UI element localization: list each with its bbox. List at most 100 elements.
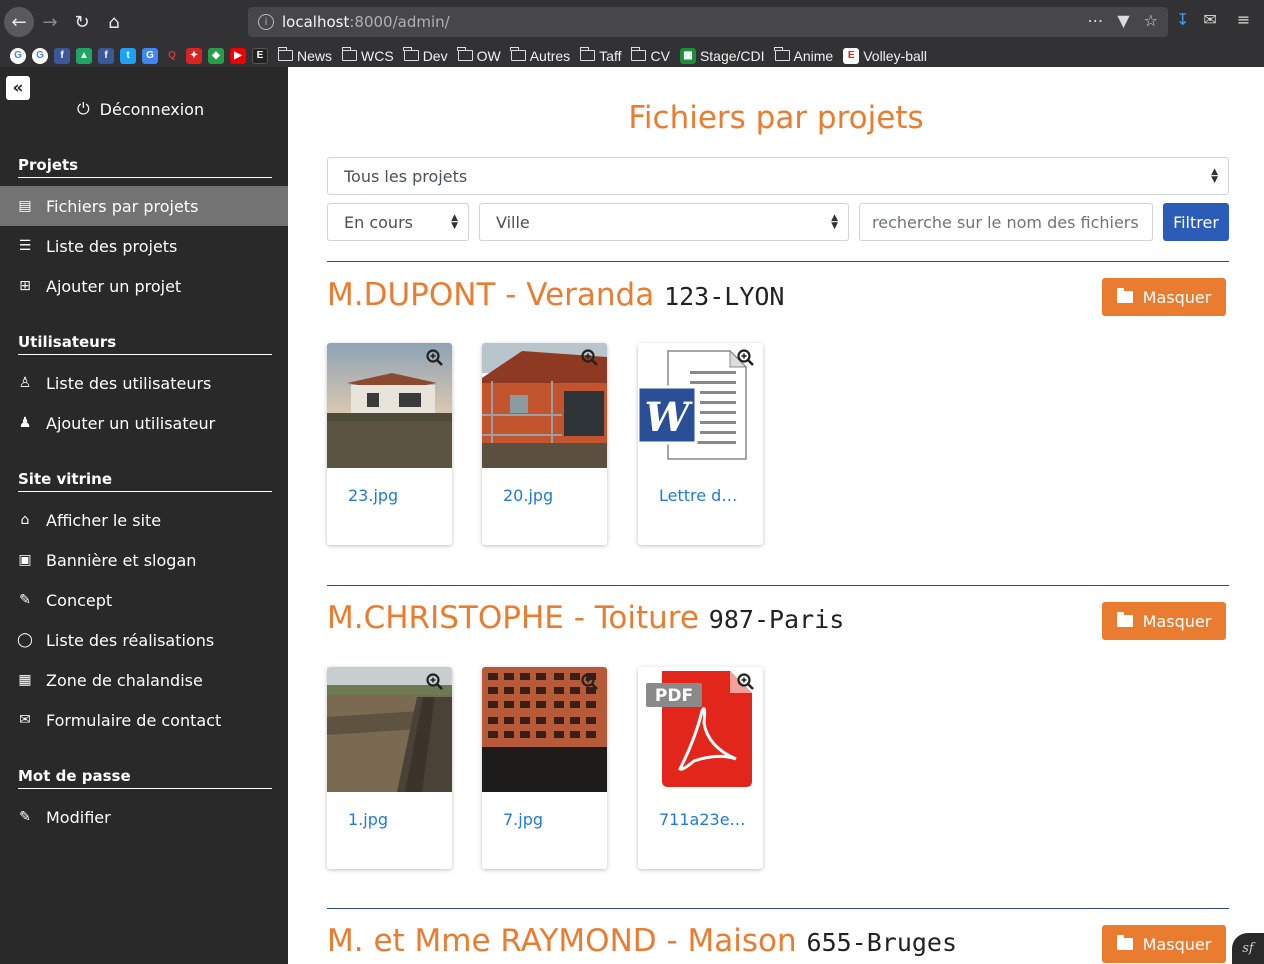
sidebar-item-zone-de-chalandise[interactable]: ▦ Zone de chalandise [0, 660, 288, 700]
bookmark-link[interactable]: E Volley-ball [843, 47, 927, 64]
zoom-icon[interactable] [737, 349, 755, 367]
sidebar-item-afficher-le-site[interactable]: ⌂ Afficher le site [0, 500, 288, 540]
file-name-link[interactable]: 7.jpg [503, 810, 543, 829]
bookmark-folder[interactable]: CV [630, 47, 670, 64]
bookmark-label: Taff [599, 47, 622, 64]
project-select[interactable]: Tous les projets ▲ ▼ [327, 157, 1229, 195]
project-name: M.DUPONT - Veranda [327, 277, 655, 313]
facebook-icon[interactable]: f [54, 47, 70, 64]
city-select-value: Ville [496, 212, 530, 232]
project-title: M.CHRISTOPHE - Toiture 987-Paris [327, 600, 844, 636]
reload-button[interactable]: ↻ [66, 6, 98, 38]
url-bar[interactable]: i localhost:8000/admin/ ⋯ ▼ ☆ [248, 7, 1168, 37]
star-icon[interactable]: ☆ [1144, 11, 1158, 30]
twitter-icon[interactable]: t [120, 47, 136, 64]
mail-icon[interactable]: ✉ [1203, 10, 1216, 29]
sidebar-item-formulaire-de-contact[interactable]: ✉ Formulaire de contact [0, 700, 288, 740]
download-icon[interactable]: ↧ [1176, 10, 1189, 29]
file-name-link[interactable]: 20.jpg [503, 486, 553, 505]
sidebar-item-label: Ajouter un utilisateur [46, 413, 216, 433]
logout-link[interactable]: ⏻ Déconnexion [77, 99, 204, 119]
hide-button-label: Masquer [1142, 287, 1212, 307]
file-name-link[interactable]: 1.jpg [348, 810, 388, 829]
file-name-link[interactable]: 23.jpg [348, 486, 398, 505]
bookmark-folder[interactable]: OW [457, 47, 501, 64]
hide-project-button[interactable]: Masquer [1102, 602, 1226, 640]
e-icon[interactable]: E [252, 47, 268, 64]
status-select-value: En cours [344, 212, 413, 232]
sidebar-item-label: Liste des réalisations [46, 630, 215, 650]
folder-icon [1116, 612, 1133, 627]
file-card[interactable]: PDF 711a23e… [638, 667, 763, 869]
sidebar-item-liste-des-utilisateurs[interactable]: ♙ Liste des utilisateurs [0, 363, 288, 403]
zoom-icon[interactable] [581, 673, 599, 691]
file-card[interactable]: 1.jpg [327, 667, 452, 869]
page-title: Fichiers par projets [628, 100, 924, 136]
sidebar-item-label: Modifier [46, 807, 111, 827]
bookmark-label: Autres [529, 47, 571, 64]
home-icon: ⌂ [20, 512, 30, 528]
bookmark-link[interactable]: ▦ Stage/CDI [679, 47, 765, 64]
sidebar-item-banniere-et-slogan[interactable]: ▣ Bannière et slogan [0, 540, 288, 580]
bookmark-folder[interactable]: WCS [341, 47, 394, 64]
menu-icon[interactable]: ≡ [1237, 10, 1250, 29]
bank-icon[interactable]: ✦ [186, 47, 202, 64]
bookmark-folder[interactable]: News [277, 47, 332, 64]
google-icon[interactable]: G [32, 47, 48, 64]
page-actions-icon[interactable]: ⋯ [1087, 11, 1103, 30]
q-icon[interactable]: Q [164, 48, 180, 64]
bookmark-folder[interactable]: Taff [579, 47, 622, 64]
sidebar-item-liste-des-realisations[interactable]: ◯ Liste des réalisations [0, 620, 288, 660]
sidebar-item-concept[interactable]: ✎ Concept [0, 580, 288, 620]
section-title-site-vitrine: Site vitrine [18, 470, 272, 492]
status-select[interactable]: En cours ▲ ▼ [327, 203, 469, 241]
sidebar-item-ajouter-un-projet[interactable]: ⊞ Ajouter un projet [0, 266, 288, 306]
translate-icon[interactable]: G [142, 47, 158, 64]
bookmark-folder[interactable]: Autres [510, 47, 571, 64]
zoom-icon[interactable] [581, 349, 599, 367]
bookmark-folder[interactable]: Anime [774, 47, 834, 64]
city-select[interactable]: Ville ▲ ▼ [479, 203, 849, 241]
folder-icon [457, 47, 473, 61]
file-card[interactable]: 7.jpg [482, 667, 607, 869]
sidebar-item-modifier[interactable]: ✎ Modifier [0, 797, 288, 837]
file-card[interactable]: 23.jpg [327, 343, 452, 545]
search-input[interactable] [859, 203, 1153, 241]
sidebar-item-ajouter-un-utilisateur[interactable]: ♟ Ajouter un utilisateur [0, 403, 288, 443]
info-icon[interactable]: i [258, 14, 274, 30]
section-title-mot-de-passe: Mot de passe [18, 767, 272, 789]
volley-icon: E [843, 47, 860, 64]
bookmark-label: Anime [793, 47, 834, 64]
facebook-icon[interactable]: f [98, 47, 114, 64]
file-name-link[interactable]: 711a23e… [659, 810, 746, 829]
file-name-link[interactable]: Lettre d… [659, 486, 737, 505]
project-title: M. et Mme RAYMOND - Maison 655-Bruges [327, 923, 957, 959]
bookmark-folder[interactable]: Dev [403, 47, 448, 64]
drive-icon[interactable]: ▲ [76, 47, 92, 64]
project-code: 987-Paris [708, 605, 845, 634]
forward-button[interactable]: → [34, 6, 66, 38]
google-icon[interactable]: G [10, 47, 26, 64]
file-card[interactable]: 20.jpg [482, 343, 607, 545]
hide-project-button[interactable]: Masquer [1102, 925, 1226, 963]
youtube-icon[interactable]: ▶ [230, 47, 246, 64]
back-button[interactable]: ← [4, 7, 34, 37]
file-card[interactable]: W Lettre d… [638, 343, 763, 545]
zoom-icon[interactable] [737, 673, 755, 691]
bookmark-label: Dev [422, 47, 448, 64]
section-title-utilisateurs: Utilisateurs [18, 333, 272, 355]
sidebar-item-label: Liste des projets [46, 236, 178, 256]
symfony-toolbar-icon[interactable]: sf [1232, 933, 1264, 964]
hide-project-button[interactable]: Masquer [1102, 278, 1226, 316]
collapse-sidebar-button[interactable]: « [6, 76, 30, 100]
sidebar-item-liste-des-projets[interactable]: ☰ Liste des projets [0, 226, 288, 266]
project-name: M.CHRISTOPHE - Toiture [327, 600, 699, 636]
sidebar-item-fichiers-par-projets[interactable]: ▤ Fichiers par projets [0, 186, 288, 226]
filter-button[interactable]: Filtrer [1163, 203, 1229, 241]
zoom-icon[interactable] [426, 349, 444, 367]
diamond-icon[interactable]: ◆ [208, 47, 224, 64]
zoom-icon[interactable] [426, 673, 444, 691]
edit-icon: ✎ [19, 809, 31, 825]
pocket-icon[interactable]: ▼ [1117, 11, 1129, 30]
home-button[interactable]: ⌂ [98, 6, 130, 38]
